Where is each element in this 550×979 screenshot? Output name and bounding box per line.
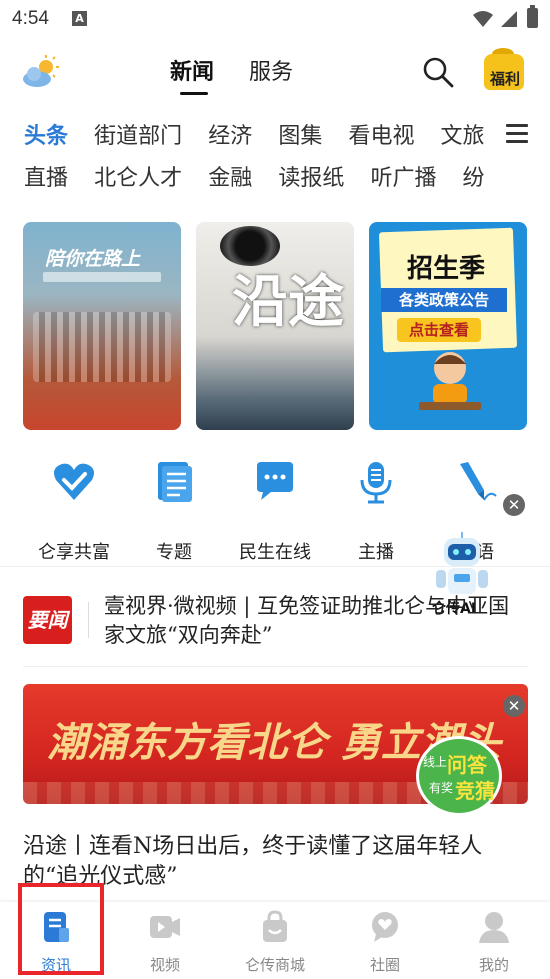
quick-link-gongfu[interactable]: 仑享共富 [24, 460, 124, 564]
channel-row-2: 直播 北仑人才 金融 读报纸 听广播 纷 [24, 160, 504, 200]
weather-icon[interactable] [20, 54, 60, 90]
nav-video[interactable]: 视频 [115, 910, 215, 975]
wifi-icon [473, 11, 493, 27]
quick-link-label: 主播 [358, 542, 394, 563]
channel-live[interactable]: 直播 [24, 160, 68, 192]
banner-yantu[interactable]: 沿途 [196, 222, 354, 430]
aerial-photo [33, 312, 171, 382]
notification-icon: A [72, 11, 87, 26]
close-assistant-button[interactable]: ✕ [503, 494, 525, 516]
channel-menu-icon[interactable] [506, 124, 528, 144]
channel-row-1: 头条 街道部门 经济 图集 看电视 文旅 [24, 118, 504, 158]
nav-me[interactable]: 我的 [444, 910, 544, 975]
channel-radio[interactable]: 听广播 [370, 160, 436, 192]
channel-tv[interactable]: 看电视 [348, 118, 414, 150]
banner-title: 招生季 [407, 254, 486, 284]
status-bar: 4:54 A [0, 0, 550, 38]
quick-link-label: 专题 [156, 542, 192, 563]
quick-link-label: 民生在线 [239, 542, 311, 563]
fuli-button[interactable]: 福利 [480, 46, 528, 94]
channel-talent[interactable]: 北仑人才 [94, 160, 182, 192]
headline-text: 壹视界·微视频 | 互免签证助推北仑与中亚国家文旅“双向奔赴” [104, 594, 510, 647]
pen-icon [460, 462, 497, 501]
community-icon [372, 912, 398, 942]
channel-more[interactable]: 纷 [463, 160, 485, 192]
chat-bubble-icon [257, 462, 293, 500]
channel-culture-travel[interactable]: 文旅 [441, 118, 485, 150]
banner-carousel: 陪你在路上 沿途 招生季 各类政策公告 点击查看 [23, 222, 528, 430]
nav-mall[interactable]: 仑传商城 [225, 910, 325, 975]
quick-link-label: 仑享共富 [38, 542, 110, 563]
yaowen-badge: 要闻 [23, 596, 72, 644]
heart-check-icon [54, 463, 94, 500]
quick-link-livelihood[interactable]: 民生在线 [225, 460, 325, 564]
quiz-badge[interactable]: 线上 问答 有奖 竞猜 [416, 736, 502, 816]
top-header: 新闻 服务 福利 [0, 38, 550, 108]
student-illustration [419, 352, 481, 410]
channel-headlines[interactable]: 头条 [24, 118, 68, 150]
banner-title: 陪你在路上 [45, 248, 141, 270]
fuli-label: 福利 [489, 70, 520, 88]
signal-icon [501, 11, 517, 27]
video-icon [150, 916, 180, 938]
tab-news[interactable]: 新闻 [170, 54, 214, 86]
active-tab-indicator [180, 92, 208, 95]
nav-label: 社圈 [369, 956, 400, 974]
check-button: 点击查看 [397, 318, 481, 342]
channel-finance[interactable]: 金融 [208, 160, 252, 192]
selection-highlight [18, 883, 104, 975]
search-icon[interactable] [422, 56, 454, 88]
nav-label: 我的 [478, 956, 509, 974]
quick-link-topics[interactable]: 专题 [124, 460, 224, 564]
channel-newspaper[interactable]: 读报纸 [278, 160, 344, 192]
tab-services[interactable]: 服务 [249, 54, 293, 86]
user-icon [479, 912, 509, 943]
status-time: 4:54 [12, 8, 49, 29]
quick-link-anchor[interactable]: 主播 [326, 460, 426, 564]
banner-enrollment[interactable]: 招生季 各类政策公告 点击查看 [369, 222, 527, 430]
channel-tabs: 头条 街道部门 经济 图集 看电视 文旅 直播 北仑人才 金融 读报纸 听广播 … [0, 110, 550, 200]
battery-icon [527, 5, 538, 28]
channel-street-depts[interactable]: 街道部门 [94, 118, 182, 150]
close-banner-button[interactable]: ✕ [503, 695, 525, 717]
divider [0, 566, 550, 567]
nav-label: 仑传商城 [244, 956, 305, 974]
document-icon [158, 462, 192, 502]
headline-news-item[interactable]: 要闻 壹视界·微视频 | 互免签证助推北仑与中亚国家文旅“双向奔赴” [0, 580, 550, 666]
channel-economy[interactable]: 经济 [208, 118, 252, 150]
camera-lens-image [220, 226, 280, 266]
banner-on-the-road[interactable]: 陪你在路上 [23, 222, 181, 430]
nav-label: 视频 [149, 956, 180, 974]
policy-label: 各类政策公告 [381, 288, 507, 312]
nav-community[interactable]: 社圈 [335, 910, 435, 975]
channel-gallery[interactable]: 图集 [278, 118, 322, 150]
microphone-icon [360, 462, 392, 504]
banner-title: 沿途 [232, 269, 344, 335]
divider [23, 666, 528, 667]
shopping-bag-icon [263, 910, 287, 942]
